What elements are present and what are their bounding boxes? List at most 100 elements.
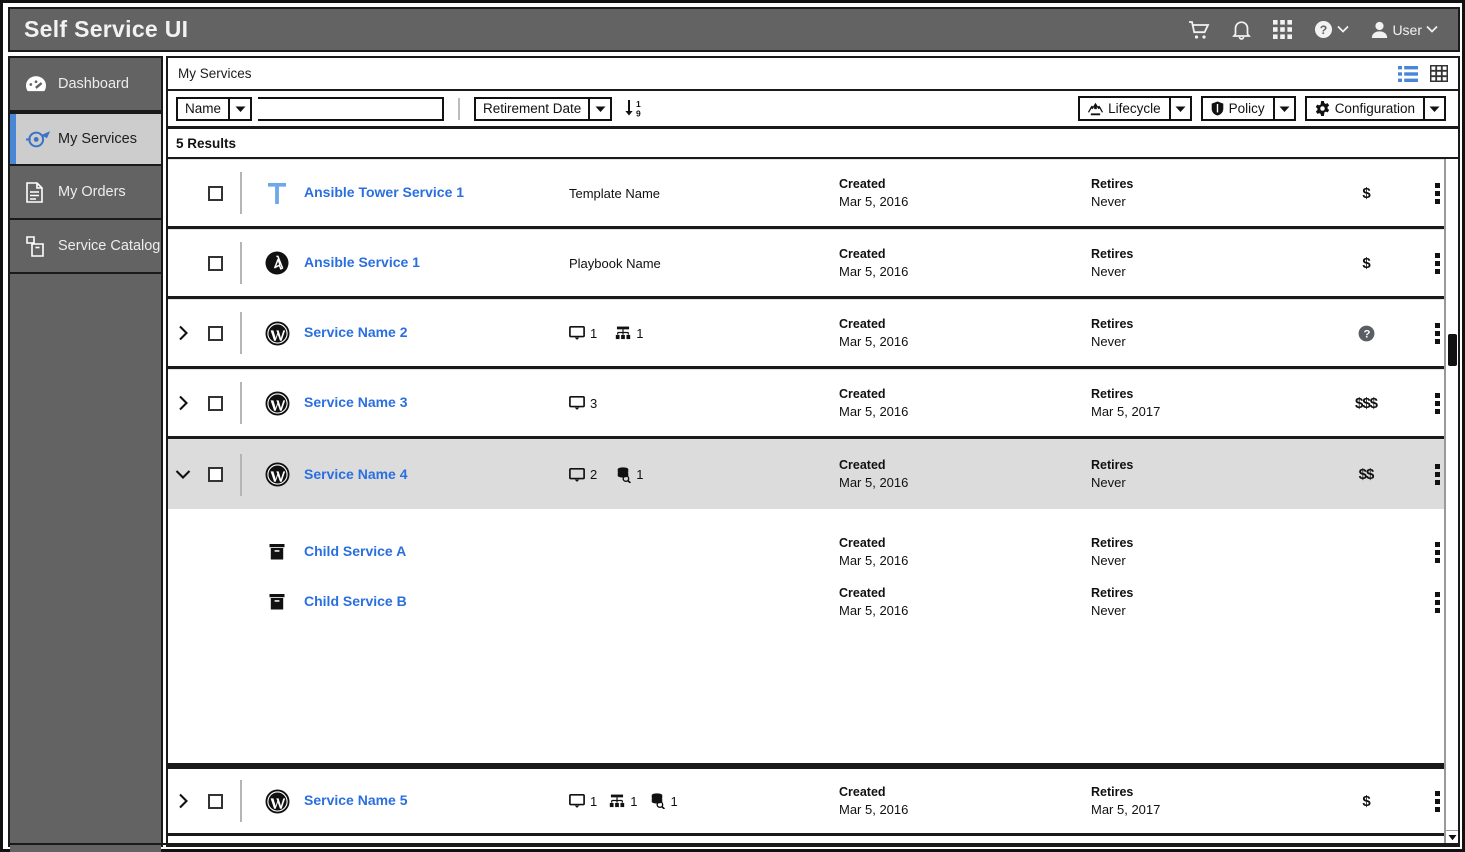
network-icon [610,794,625,808]
service-link[interactable]: Ansible Tower Service 1 [304,184,464,200]
row-actions-menu[interactable] [1431,392,1444,414]
row-checkbox[interactable] [207,255,223,271]
row-actions-menu[interactable] [1431,182,1444,204]
row-checkbox[interactable] [207,467,223,482]
service-link[interactable]: Service Name 2 [304,324,408,340]
help-menu[interactable]: ? [1314,20,1350,39]
child-created-cell: Created Mar 5, 2016 [839,585,1091,619]
top-header-bar: Self Service UI ? User [8,7,1460,52]
cart-icon[interactable] [1188,20,1210,40]
created-label: Created [839,176,886,191]
row-created-cell: Created Mar 5, 2016 [839,176,1091,210]
grid-apps-icon[interactable] [1273,20,1293,39]
child-table-row[interactable]: Child Service B Created Mar 5, 2016 Reti… [168,577,1444,627]
search-input[interactable] [258,96,445,121]
table-row[interactable]: Service Name 5 1 1 1 Created Mar 5, 2016… [168,766,1444,836]
wordpress-icon [250,789,304,814]
row-collapse-toggle[interactable] [168,469,198,480]
filter-field-select[interactable]: Name [176,96,253,121]
service-link[interactable]: Service Name 3 [304,394,408,410]
row-checkbox[interactable] [207,325,223,341]
chevron-down-icon [1337,25,1350,33]
row-expand-toggle[interactable] [168,325,198,341]
monitor-icon [569,794,585,808]
configuration-button[interactable]: Configuration [1304,96,1446,121]
wordpress-icon [250,462,304,487]
service-link[interactable]: Service Name 4 [304,466,408,482]
created-label: Created [839,458,886,473]
row-divider [232,312,250,354]
chevron-down-icon [1426,25,1438,33]
retires-label: Retires [1091,246,1134,261]
retires-label: Retires [1091,316,1134,331]
child-service-link[interactable]: Child Service A [304,543,406,559]
row-checkbox[interactable] [207,185,223,201]
retires-label: Retires [1091,535,1134,550]
row-name-cell: Service Name 2 [304,324,569,342]
retires-value: Mar 5, 2017 [1091,801,1161,817]
child-actions-menu[interactable] [1431,541,1444,563]
row-checkbox-cell [198,467,232,482]
bell-icon[interactable] [1232,19,1252,40]
policy-button[interactable]: Policy [1200,96,1296,121]
created-value: Mar 5, 2016 [839,552,909,568]
row-actions-menu[interactable] [1431,464,1444,485]
row-actions-menu[interactable] [1431,322,1444,344]
resource-database: 1 [615,466,643,483]
shield-icon [1211,101,1223,116]
row-actions-menu[interactable] [1431,252,1444,274]
row-meta-cell: 3 [569,396,839,411]
chevron-down-icon[interactable] [1272,98,1294,119]
table-row[interactable]: Service Name 4 2 1 Created Mar 5, 2016 R… [168,439,1444,509]
recycle-icon [1088,102,1104,115]
service-catalog-icon [26,235,52,257]
child-service-link[interactable]: Child Service B [304,593,407,609]
table-row[interactable]: Ansible Service 1 Playbook Name Created … [168,229,1444,299]
row-meta-cell: 1 1 [569,326,839,341]
sidebar-item-my-services[interactable]: My Services [10,112,161,166]
user-menu[interactable]: User [1371,21,1438,39]
sort-field-select[interactable]: Retirement Date [474,96,613,121]
sort-field-value: Retirement Date [483,101,582,116]
service-link[interactable]: Service Name 5 [304,792,408,808]
table-row[interactable]: Service Name 2 1 1 Created Mar 5, 2016 R… [168,299,1444,369]
breadcrumb: My Services [178,66,252,81]
self-service-app-window: Self Service UI ? User Dashboard My Serv… [0,0,1465,852]
resource-count: 1 [630,793,638,809]
lifecycle-button[interactable]: Lifecycle [1078,96,1192,121]
row-expand-toggle[interactable] [168,395,198,411]
scrollbar-down-arrow[interactable] [1446,830,1458,844]
list-view-icon[interactable] [1398,65,1418,82]
row-actions-menu[interactable] [1431,790,1444,812]
chevron-down-icon[interactable] [1423,98,1444,119]
row-checkbox-cell [198,793,232,809]
row-checkbox[interactable] [207,793,223,809]
gear-icon [1315,101,1329,116]
created-label: Created [839,246,886,261]
child-actions-menu[interactable] [1431,591,1444,613]
sidebar-item-service-catalog[interactable]: Service Catalog [10,220,161,274]
row-created-cell: Created Mar 5, 2016 [839,386,1091,420]
table-row[interactable]: Ansible Tower Service 1 Template Name Cr… [168,159,1444,229]
child-table-row[interactable]: Child Service A Created Mar 5, 2016 Reti… [168,527,1444,577]
retires-value: Mar 5, 2017 [1091,403,1161,419]
sidebar-item-my-orders[interactable]: My Orders [10,166,161,220]
row-checkbox[interactable] [207,395,223,411]
ansible-tower-icon [250,180,304,206]
service-link[interactable]: Ansible Service 1 [304,254,420,270]
sidebar-item-label: Dashboard [58,76,129,92]
row-expand-toggle[interactable] [168,793,198,809]
list-scrollbar[interactable] [1444,159,1458,844]
app-title: Self Service UI [24,16,189,42]
sidebar-item-dashboard[interactable]: Dashboard [10,58,161,112]
table-row[interactable]: Service Name 3 3 Created Mar 5, 2016 Ret… [168,369,1444,439]
kebab-menu-icon [1435,322,1440,344]
scrollbar-thumb[interactable] [1448,334,1457,366]
sort-direction-button[interactable]: 1 9 [624,98,645,119]
grid-view-icon[interactable] [1430,65,1448,82]
resource-count: 1 [590,793,598,809]
caret-down-icon [1448,835,1456,841]
sort-ascending-icon: 1 9 [625,99,641,119]
child-name-cell: Child Service A [304,543,569,561]
chevron-down-icon[interactable] [1168,98,1190,119]
